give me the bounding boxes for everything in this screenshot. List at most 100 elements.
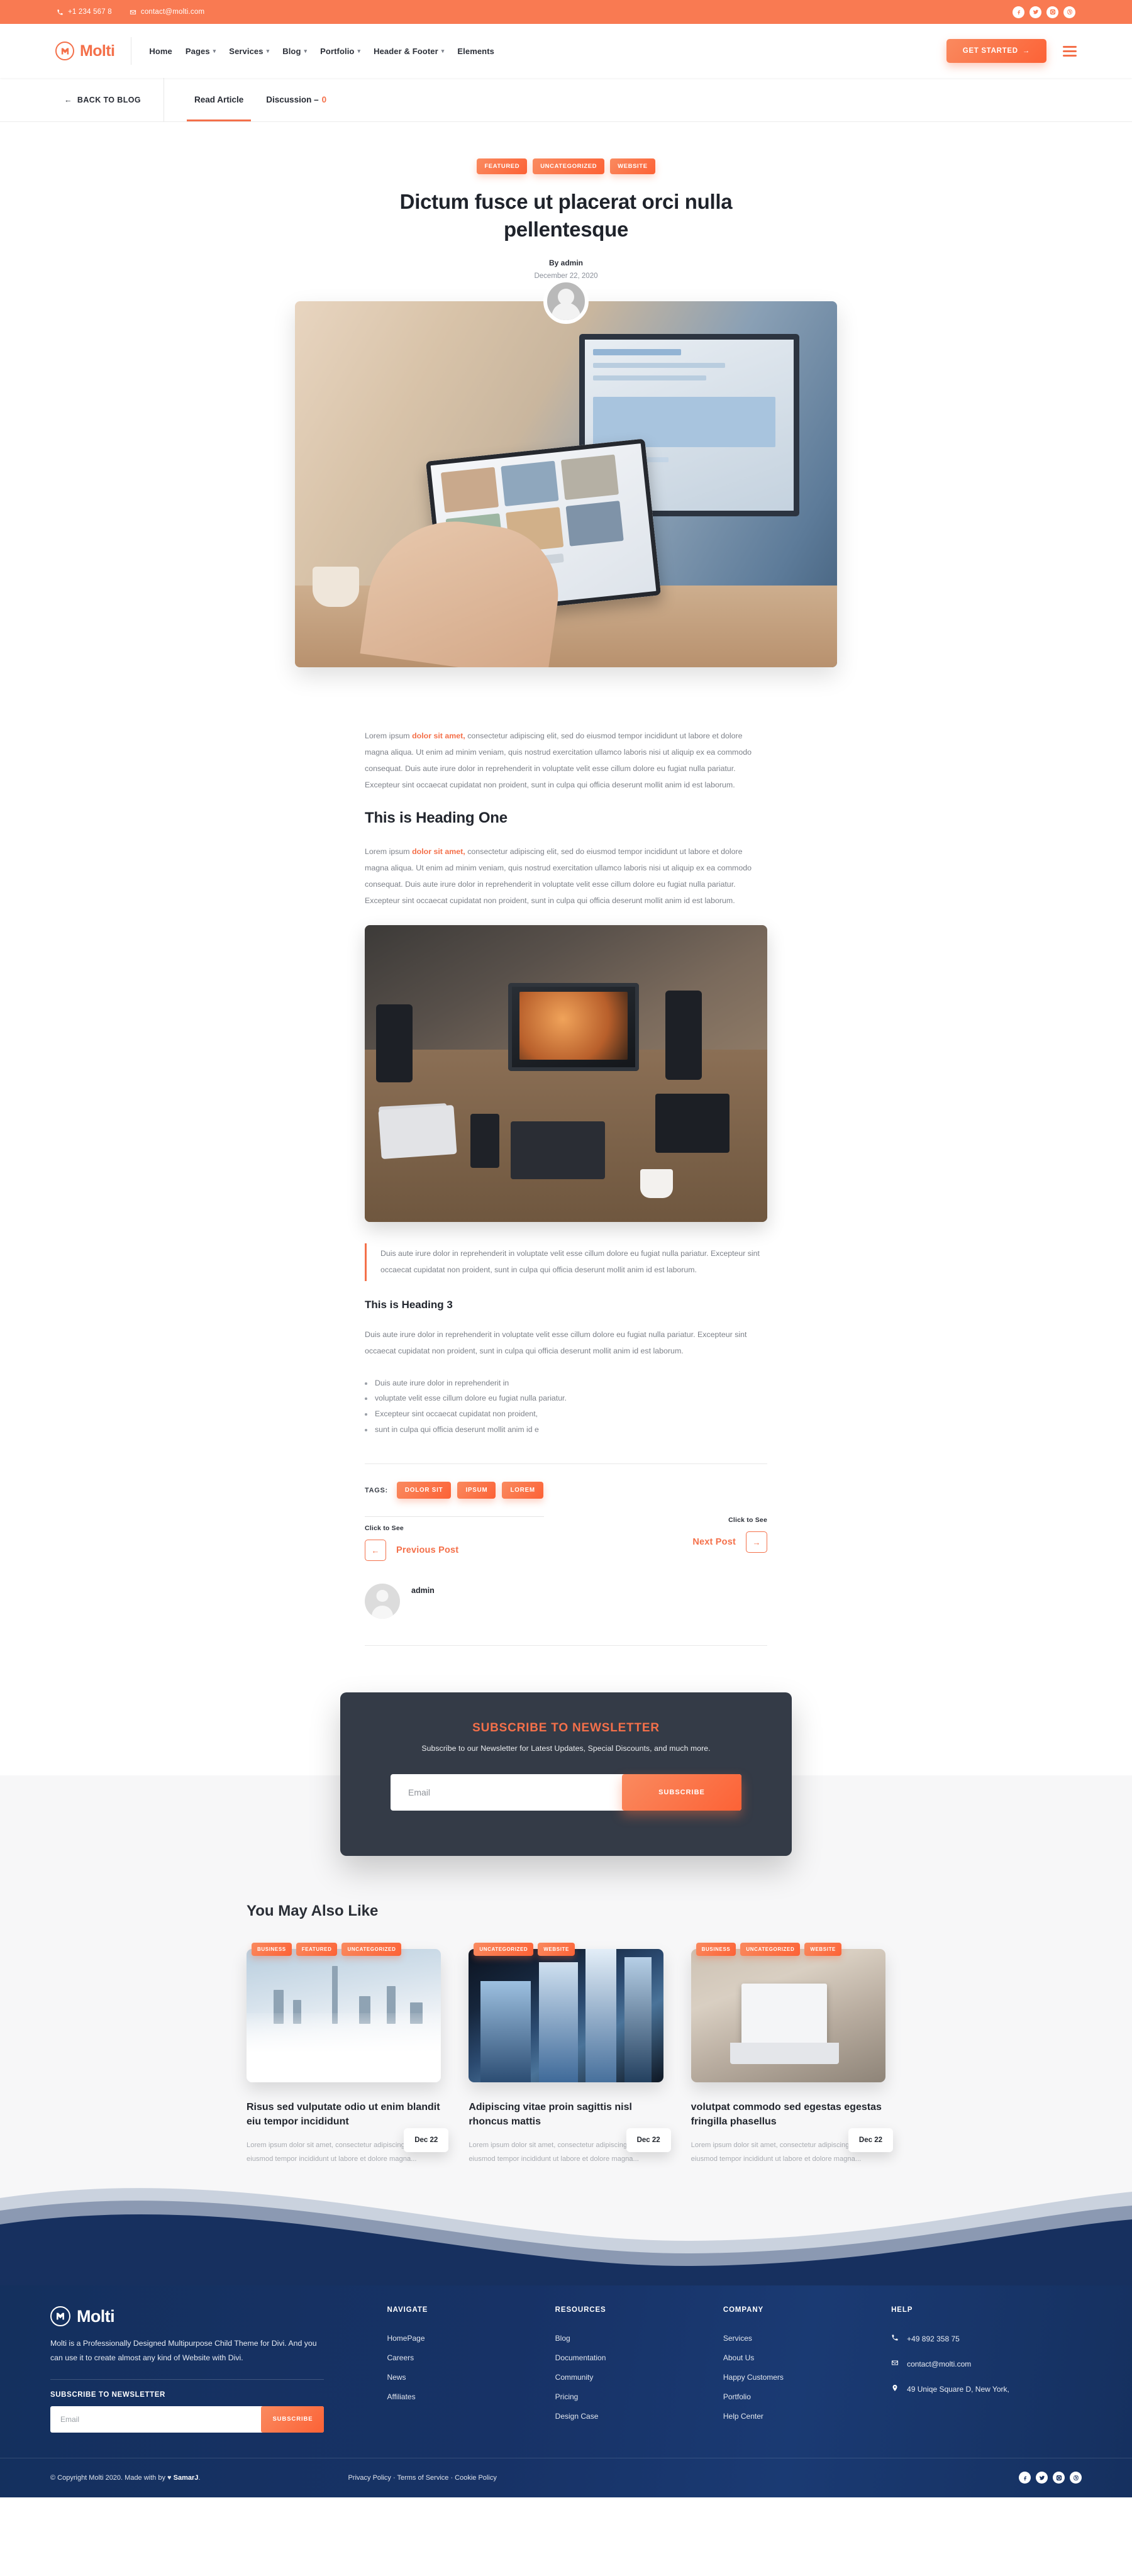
divider: [365, 1516, 544, 1518]
next-post-label[interactable]: Next Post: [692, 1537, 736, 1547]
card-date-badge: Dec 22: [626, 2128, 671, 2153]
category-badge[interactable]: WEBSITE: [804, 1943, 841, 1957]
newsletter-email-input[interactable]: [391, 1774, 622, 1811]
list-item: Duis aute irure dolor in reprehenderit i…: [365, 1375, 767, 1391]
footer-logo[interactable]: Molti: [50, 2306, 324, 2327]
badge-uncategorized[interactable]: UNCATEGORIZED: [533, 158, 605, 174]
dribbble-icon[interactable]: [1070, 2472, 1082, 2484]
get-started-button[interactable]: GET STARTED →: [946, 39, 1046, 63]
footer-link-portfolio[interactable]: Portfolio: [723, 2392, 866, 2401]
top-bar-contact-group: +1 234 567 8 contact@molti.com: [57, 8, 204, 16]
post-navigation: Click to See ← Previous Post Click to Se…: [365, 1516, 767, 1562]
tab-read-article[interactable]: Read Article: [183, 78, 255, 121]
footer-link-happy-customers[interactable]: Happy Customers: [723, 2373, 866, 2382]
card-title[interactable]: Risus sed vulputate odio ut enim blandit…: [247, 2100, 441, 2129]
facebook-icon[interactable]: [1013, 6, 1024, 18]
next-post-nav[interactable]: Click to See Next Post →: [692, 1516, 767, 1553]
category-badge[interactable]: WEBSITE: [538, 1943, 575, 1957]
footer-link-documentation[interactable]: Documentation: [555, 2353, 698, 2362]
nav-item-services[interactable]: Services ▾: [229, 47, 269, 56]
hamburger-icon[interactable]: [1063, 45, 1077, 57]
footer-link-services[interactable]: Services: [723, 2334, 866, 2343]
list-item[interactable]: UNCATEGORIZED WEBSITE Dec 22 Adipiscing …: [469, 1943, 671, 2166]
footer-link-help-center[interactable]: Help Center: [723, 2412, 866, 2421]
category-badge[interactable]: UNCATEGORIZED: [341, 1943, 402, 1957]
nav-item-pages[interactable]: Pages ▾: [186, 47, 216, 56]
footer-subscribe-button[interactable]: SUBSCRIBE: [261, 2406, 325, 2433]
footer-link-pricing[interactable]: Pricing: [555, 2392, 698, 2401]
site-header: Molti Home Pages ▾ Services ▾ Blog ▾ Portfo…: [0, 24, 1132, 78]
card-categories: UNCATEGORIZED WEBSITE: [474, 1943, 684, 1957]
tab-discussion[interactable]: Discussion – 0: [255, 78, 338, 121]
footer-link-blog[interactable]: Blog: [555, 2334, 698, 2343]
twitter-icon[interactable]: [1036, 2472, 1048, 2484]
category-badge[interactable]: FEATURED: [296, 1943, 338, 1957]
topbar-email[interactable]: contact@molti.com: [130, 8, 204, 16]
copyright-author[interactable]: SamarJ: [174, 2474, 199, 2482]
dribbble-icon[interactable]: [1063, 6, 1075, 18]
topbar-phone[interactable]: +1 234 567 8: [57, 8, 112, 16]
card-categories: BUSINESS FEATURED UNCATEGORIZED: [252, 1943, 462, 1957]
nav-label: Blog: [282, 46, 301, 56]
site-logo[interactable]: Molti: [55, 42, 115, 60]
category-badge[interactable]: BUSINESS: [252, 1943, 292, 1957]
arrow-right-icon[interactable]: →: [746, 1531, 767, 1553]
avatar: [543, 278, 589, 324]
footer-link-design-case[interactable]: Design Case: [555, 2412, 698, 2421]
footer-column-help: HELP +49 892 358 75 contact@molti.com 49…: [891, 2306, 1082, 2432]
footer-link-news[interactable]: News: [387, 2373, 530, 2382]
nav-item-elements[interactable]: Elements: [457, 47, 494, 56]
twitter-icon[interactable]: [1029, 6, 1041, 18]
footer-phone[interactable]: +49 892 358 75: [891, 2334, 1082, 2343]
card-title[interactable]: volutpat commodo sed egestas egestas fri…: [691, 2100, 885, 2129]
badge-featured[interactable]: FEATURED: [477, 158, 528, 174]
footer-link-about-us[interactable]: About Us: [723, 2353, 866, 2362]
article-byline: By admin: [548, 258, 583, 267]
footer-email[interactable]: contact@molti.com: [891, 2359, 1082, 2368]
tag-ipsum[interactable]: IPSUM: [457, 1482, 496, 1499]
nav-item-header-footer[interactable]: Header & Footer ▾: [374, 47, 444, 56]
newsletter-form: SUBSCRIBE: [391, 1774, 741, 1811]
instagram-icon[interactable]: [1053, 2472, 1065, 2484]
footer-address: 49 Uniqe Square D, New York,: [891, 2384, 1082, 2394]
instagram-icon[interactable]: [1046, 6, 1058, 18]
inline-link[interactable]: dolor sit amet,: [412, 847, 465, 856]
category-badge[interactable]: UNCATEGORIZED: [474, 1943, 534, 1957]
list-item[interactable]: BUSINESS FEATURED UNCATEGORIZED Dec 22 R…: [247, 1943, 449, 2166]
category-badge[interactable]: UNCATEGORIZED: [740, 1943, 801, 1957]
nav-label: Elements: [457, 46, 494, 56]
list-item[interactable]: BUSINESS UNCATEGORIZED WEBSITE Dec 22 vo…: [691, 1943, 893, 2166]
tag-dolor-sit[interactable]: DOLOR SIT: [396, 1482, 452, 1499]
tag-lorem[interactable]: LOREM: [502, 1482, 543, 1499]
nav-label: Portfolio: [320, 46, 355, 56]
nav-item-home[interactable]: Home: [149, 47, 172, 56]
nav-item-portfolio[interactable]: Portfolio ▾: [320, 47, 360, 56]
heading-one: This is Heading One: [365, 809, 508, 826]
get-started-label: GET STARTED: [962, 47, 1018, 55]
header-actions: GET STARTED →: [946, 39, 1077, 63]
footer-link-affiliates[interactable]: Affiliates: [387, 2392, 530, 2401]
nav-item-blog[interactable]: Blog ▾: [282, 47, 307, 56]
footer-link-community[interactable]: Community: [555, 2373, 698, 2382]
previous-post-label[interactable]: Previous Post: [396, 1545, 458, 1555]
tags-row: TAGS: DOLOR SIT IPSUM LOREM: [365, 1482, 767, 1499]
card-title[interactable]: Adipiscing vitae proin sagittis nisl rho…: [469, 2100, 663, 2129]
facebook-icon[interactable]: [1019, 2472, 1031, 2484]
topbar-phone-text: +1 234 567 8: [68, 8, 112, 16]
category-badge[interactable]: BUSINESS: [696, 1943, 736, 1957]
badge-website[interactable]: WEBSITE: [610, 158, 655, 174]
article-tab-bar: ← BACK TO BLOG Read Article Discussion –…: [0, 78, 1132, 122]
arrow-left-icon[interactable]: ←: [365, 1540, 386, 1562]
inline-link[interactable]: dolor sit amet,: [412, 731, 465, 740]
author-name[interactable]: admin: [411, 1584, 435, 1595]
footer-email-input[interactable]: [50, 2406, 262, 2433]
legal-links[interactable]: Privacy Policy · Terms of Service · Cook…: [348, 2474, 496, 2482]
footer-link-homepage[interactable]: HomePage: [387, 2334, 530, 2343]
paragraph-text: Lorem ipsum: [365, 847, 413, 856]
newsletter-subscribe-button[interactable]: SUBSCRIBE: [622, 1774, 741, 1811]
newsletter-subtitle: Subscribe to our Newsletter for Latest U…: [421, 1744, 711, 1753]
back-to-blog-link[interactable]: ← BACK TO BLOG: [64, 78, 165, 121]
footer-link-careers[interactable]: Careers: [387, 2353, 530, 2362]
previous-post-nav[interactable]: Click to See ← Previous Post: [365, 1516, 544, 1562]
footer-column-resources: RESOURCES Blog Documentation Community P…: [555, 2306, 698, 2432]
